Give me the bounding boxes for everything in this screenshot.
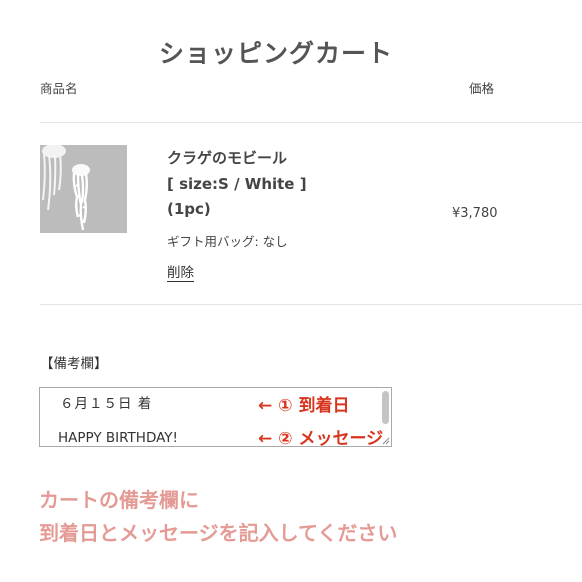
notes-scrollbar[interactable] bbox=[382, 391, 389, 424]
product-thumbnail[interactable] bbox=[40, 145, 127, 233]
item-price: ¥3,780 bbox=[452, 206, 498, 221]
instruction-text: カートの備考欄に 到着日とメッセージを記入してください bbox=[39, 484, 559, 550]
instruction-line2: 到着日とメッセージを記入してください bbox=[39, 521, 398, 545]
product-variant: [ size:S / White ] bbox=[167, 174, 307, 193]
product-quantity: (1pc) bbox=[167, 200, 211, 218]
instruction-line1: カートの備考欄に bbox=[39, 488, 199, 512]
gift-bag-option: ギフト用バッグ: なし bbox=[167, 234, 288, 249]
notes-arrival-date-text: ６月１５日 着 bbox=[60, 396, 153, 412]
remove-item-link[interactable]: 削除 bbox=[167, 261, 194, 281]
annotation-message: ← ② メッセージ bbox=[258, 429, 384, 449]
product-column-header: 商品名 bbox=[40, 81, 78, 96]
table-divider-bottom bbox=[40, 304, 582, 305]
notes-message-text: HAPPY BIRTHDAY! bbox=[58, 430, 178, 446]
product-name[interactable]: クラゲのモビール [ size:S / White ] (1pc) bbox=[167, 146, 377, 223]
product-name-line1[interactable]: クラゲのモビール bbox=[167, 146, 377, 172]
table-divider-top bbox=[40, 122, 582, 123]
annotation-arrival-date: ← ① 到着日 bbox=[258, 396, 350, 416]
notes-label: 【備考欄】 bbox=[40, 356, 108, 372]
jellyfish-image-icon bbox=[40, 145, 127, 233]
page-title: ショッピングカート bbox=[158, 39, 393, 68]
price-column-header: 価格 bbox=[469, 81, 495, 96]
